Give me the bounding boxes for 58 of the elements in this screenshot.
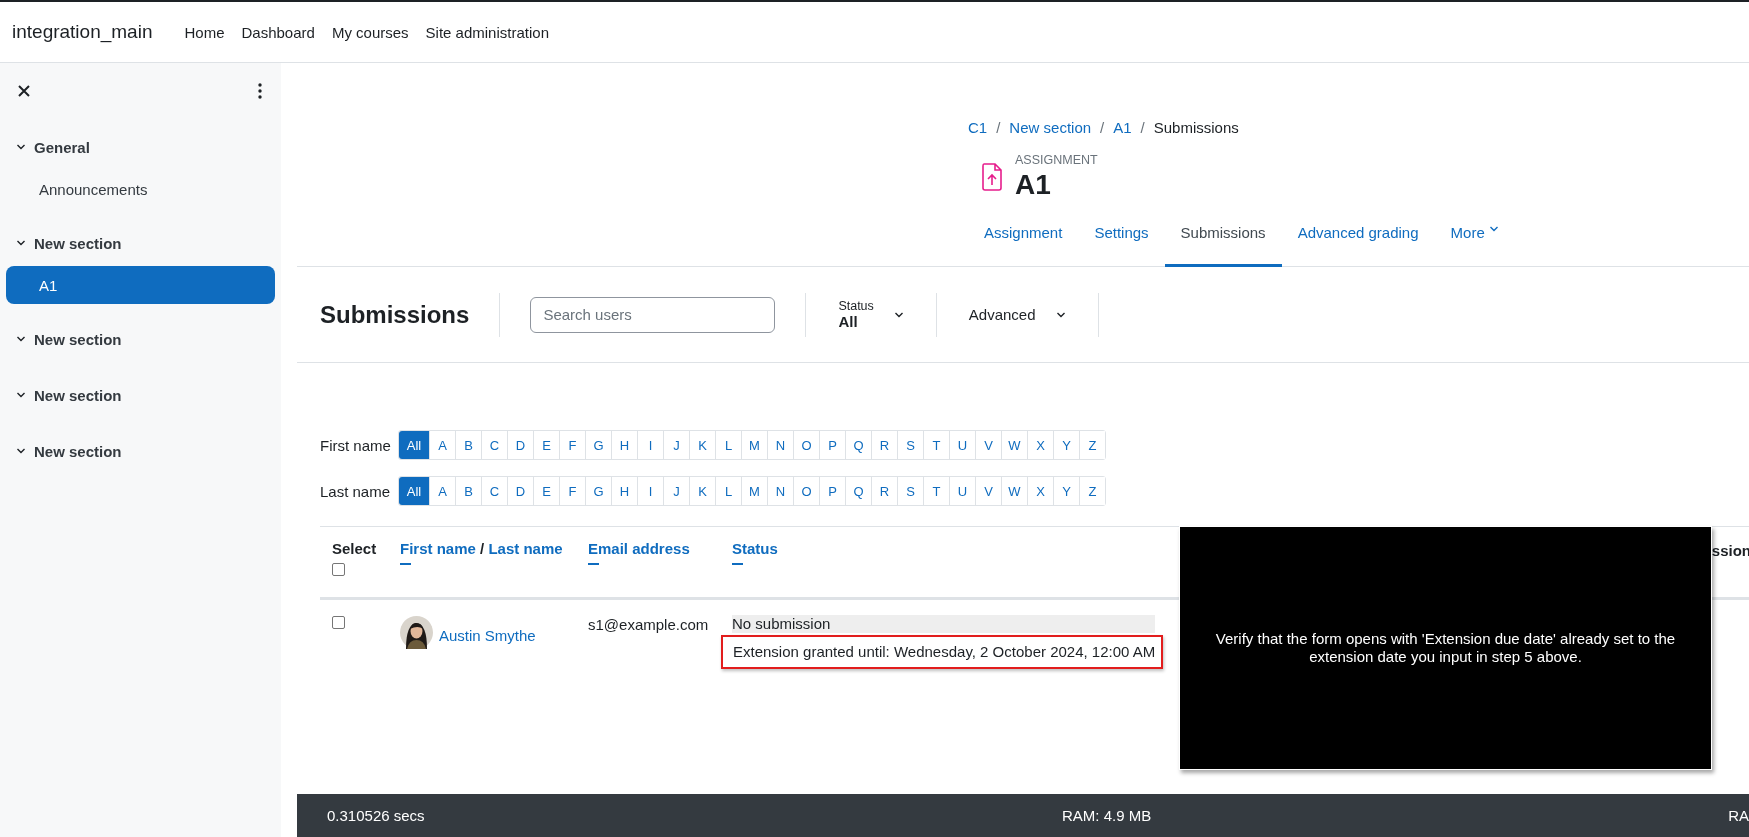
breadcrumb-separator: / — [996, 118, 1001, 136]
tab[interactable]: Submissions — [1164, 216, 1282, 267]
tab[interactable]: More — [1434, 216, 1515, 267]
breadcrumb-separator: / — [1100, 118, 1105, 136]
section-heading[interactable]: New section — [6, 223, 275, 263]
breadcrumb-link[interactable]: C1 — [968, 118, 988, 136]
close-icon — [18, 85, 30, 97]
column-header: Select — [332, 540, 377, 557]
select-all-checkbox[interactable] — [332, 563, 345, 576]
activity-type: ASSIGNMENT — [1015, 152, 1098, 168]
section-heading[interactable]: New section — [6, 375, 275, 415]
extension-note: Extension granted until: Wednesday, 2 October 2024, 12:00 AM — [721, 635, 1164, 669]
tab[interactable]: Advanced grading — [1281, 216, 1435, 267]
initial-link[interactable]: Z — [1079, 431, 1105, 459]
collapse-icon — [588, 563, 599, 566]
initial-link[interactable]: Z — [1079, 477, 1105, 505]
nav-link[interactable]: Dashboard — [241, 23, 315, 41]
advanced-filter[interactable]: Advanced — [936, 292, 1098, 337]
sort-link[interactable]: First name — [400, 540, 476, 557]
nav-link[interactable]: My courses — [331, 23, 409, 41]
filter-label: Last name — [320, 482, 392, 500]
collapse-icon — [400, 563, 411, 566]
sort-link[interactable]: Email address — [588, 540, 690, 557]
footer-text: RAM: 4.9 MB — [1062, 807, 1153, 824]
initial-link[interactable]: All — [399, 431, 429, 459]
section-heading: Submissions — [319, 300, 471, 329]
tab[interactable]: Assignment — [968, 216, 1079, 267]
section-heading[interactable]: New section — [6, 319, 275, 359]
breadcrumb-link[interactable]: New section — [1009, 118, 1092, 136]
filter-label: First name — [320, 436, 392, 454]
table-cell-text: s1@example.com — [588, 616, 710, 635]
initial-link[interactable]: All — [399, 477, 429, 505]
row-checkbox[interactable] — [332, 616, 345, 629]
course-index-item[interactable]: Announcements — [6, 170, 275, 208]
instruction-overlay: Verify that the form opens with 'Extension due date' already set to the extension date you input in step 5 above. — [1179, 526, 1712, 770]
section-heading[interactable]: General — [6, 127, 275, 167]
more-icon — [258, 83, 262, 99]
section-heading[interactable]: New section — [6, 431, 275, 471]
separator: / — [479, 540, 486, 557]
search-field[interactable]: Search users — [530, 296, 776, 333]
nav-link[interactable]: Home — [184, 23, 225, 41]
sort-link[interactable]: Last name — [488, 540, 563, 557]
status-filter[interactable]: Status All — [806, 292, 936, 337]
breadcrumb-current: Submissions — [1153, 118, 1239, 136]
page-title: A1 — [1015, 168, 1052, 202]
course-index-item[interactable]: A1 — [6, 266, 275, 304]
breadcrumb-link[interactable]: A1 — [1113, 118, 1132, 136]
footer-text: 0.310526 secs — [327, 807, 426, 824]
collapse-icon — [732, 563, 743, 566]
breadcrumb-separator: / — [1140, 118, 1145, 136]
footer-text: RA — [1728, 807, 1749, 824]
status-label: No submission — [732, 615, 1155, 633]
nav-link[interactable]: Site administration — [425, 23, 549, 41]
sort-link[interactable]: Status — [732, 540, 778, 557]
tab[interactable]: Settings — [1078, 216, 1165, 267]
site-name[interactable]: integration_main — [12, 21, 153, 43]
file-upload-icon — [982, 163, 1002, 191]
user-link[interactable]: Austin Smythe — [439, 627, 536, 644]
